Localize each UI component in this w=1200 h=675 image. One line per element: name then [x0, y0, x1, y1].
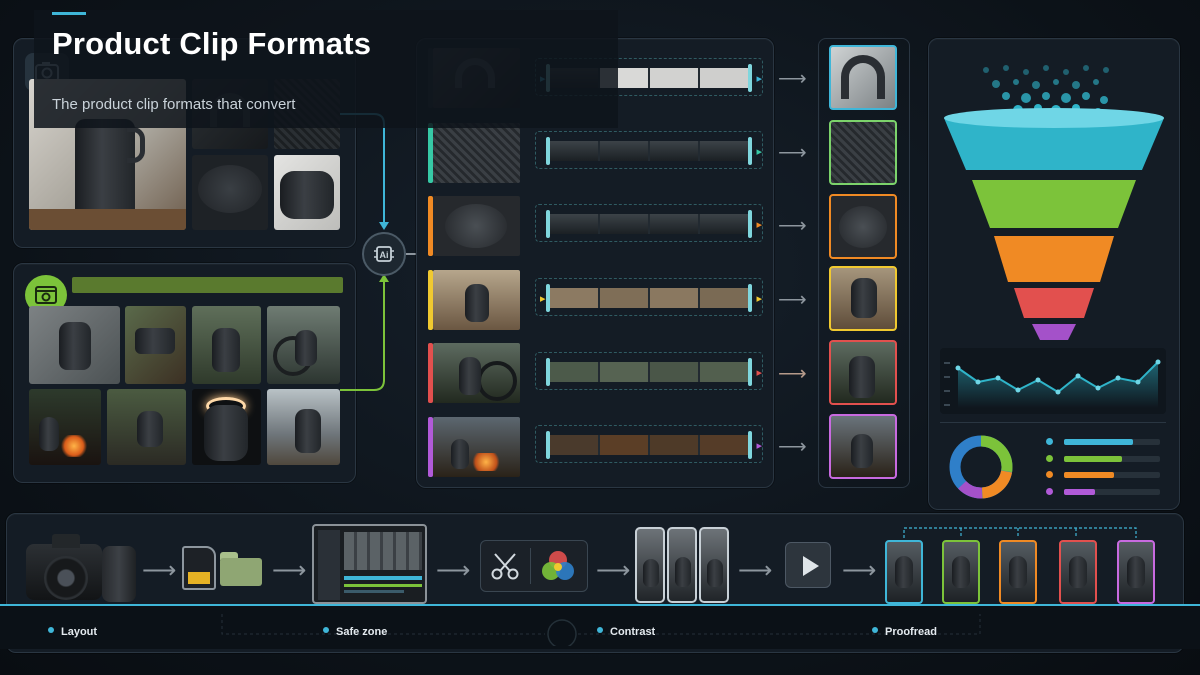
- variant-connector-lines: [903, 527, 1137, 538]
- editing-monitor-icon: [312, 524, 427, 604]
- checklist-dot: [597, 627, 603, 633]
- row-arrow: ⟶: [778, 436, 807, 458]
- row-timeline[interactable]: ▸: [535, 425, 763, 463]
- row-source-room[interactable]: [433, 270, 520, 330]
- checklist-item-proofread[interactable]: Proofread: [885, 626, 937, 638]
- legend-dot: [1046, 438, 1053, 445]
- legend-bar: [1064, 472, 1114, 478]
- legend-dot: [1046, 455, 1053, 462]
- checklist-dot: [872, 627, 878, 633]
- row-timeline[interactable]: ▸: [535, 204, 763, 242]
- row-source-campfire[interactable]: [433, 417, 520, 477]
- row-arrow: ⟶: [778, 289, 807, 311]
- workflow-arrow: ⟶: [142, 557, 177, 584]
- donut-chart-icon: [949, 435, 1013, 499]
- row-arrow: ⟶: [778, 215, 807, 237]
- workflow-arrow: ⟶: [436, 557, 471, 584]
- row-arrow: ⟶: [778, 142, 807, 164]
- row-source-texture[interactable]: [433, 123, 520, 183]
- camera-device-icon: [26, 532, 136, 604]
- workflow-arrow: ⟶: [596, 557, 631, 584]
- checklist-dot: [323, 627, 329, 633]
- line-chart-icon: [940, 348, 1166, 414]
- output-column-frame: [818, 38, 910, 488]
- final-variant[interactable]: [1059, 540, 1097, 604]
- svg-text:Ai: Ai: [380, 250, 389, 260]
- row-timeline[interactable]: ▸▸: [535, 278, 763, 316]
- legend-bar: [1064, 456, 1122, 462]
- row-arrow: ⟶: [778, 68, 807, 90]
- final-variant[interactable]: [942, 540, 980, 604]
- final-variant[interactable]: [885, 540, 923, 604]
- funnel-graphic: [944, 65, 1164, 340]
- checklist-item-layout[interactable]: Layout: [61, 626, 97, 638]
- color-wheel-icon[interactable]: [537, 547, 579, 585]
- title-accent-line: [52, 12, 86, 15]
- play-icon[interactable]: [785, 542, 831, 588]
- checklist-item-safe-zone[interactable]: Safe zone: [336, 626, 387, 638]
- checklist-item-contrast[interactable]: Contrast: [610, 626, 655, 638]
- final-variant[interactable]: [1117, 540, 1155, 604]
- ai-process-icon[interactable]: Ai: [362, 232, 406, 276]
- row-timeline[interactable]: ▸: [535, 352, 763, 390]
- row-source-controls[interactable]: [433, 196, 520, 256]
- legend-bar: [1064, 489, 1095, 495]
- scissors-icon[interactable]: [489, 550, 521, 582]
- row-timeline[interactable]: ▸: [535, 131, 763, 169]
- divider: [530, 548, 531, 584]
- legend-dot: [1046, 488, 1053, 495]
- sd-card-icon: [182, 546, 216, 590]
- workflow-arrow: ⟶: [842, 557, 877, 584]
- legend-dot: [1046, 471, 1053, 478]
- divider: [940, 422, 1166, 423]
- page-title: Product Clip Formats: [52, 26, 372, 61]
- row-source-bike[interactable]: [433, 343, 520, 403]
- checklist-dot: [48, 627, 54, 633]
- vertical-phone: [699, 527, 729, 603]
- page-subtitle: The product clip formats that convert: [52, 96, 296, 113]
- vertical-phone: [635, 527, 665, 603]
- row-arrow: ⟶: [778, 363, 807, 385]
- workflow-arrow: ⟶: [738, 557, 773, 584]
- checklist-faint-lines: [221, 614, 981, 646]
- folder-icon: [220, 552, 262, 586]
- final-variant[interactable]: [999, 540, 1037, 604]
- legend-bar: [1064, 439, 1133, 445]
- workflow-arrow: ⟶: [272, 557, 307, 584]
- vertical-phone: [667, 527, 697, 603]
